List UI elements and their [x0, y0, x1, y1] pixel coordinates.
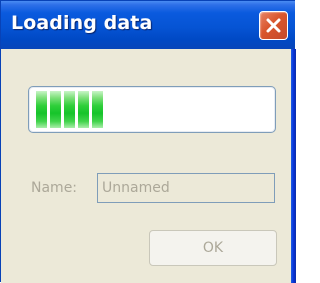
- progress-block: [92, 91, 103, 128]
- window-title: Loading data: [11, 12, 153, 34]
- progress-block: [78, 91, 89, 128]
- progress-block: [50, 91, 61, 128]
- window-border: [291, 49, 296, 283]
- dialog-body: Name: OK: [1, 49, 295, 283]
- name-label: Name:: [31, 180, 78, 196]
- progress-fill: [36, 91, 103, 128]
- title-bar[interactable]: Loading data: [1, 1, 295, 49]
- loading-dialog: Loading data Name: OK: [0, 0, 296, 283]
- progress-block: [64, 91, 75, 128]
- close-icon: [266, 18, 281, 33]
- ok-button[interactable]: OK: [149, 230, 277, 266]
- progress-block: [36, 91, 47, 128]
- close-button[interactable]: [259, 11, 288, 40]
- progress-bar: [28, 86, 276, 133]
- name-field[interactable]: [97, 173, 275, 203]
